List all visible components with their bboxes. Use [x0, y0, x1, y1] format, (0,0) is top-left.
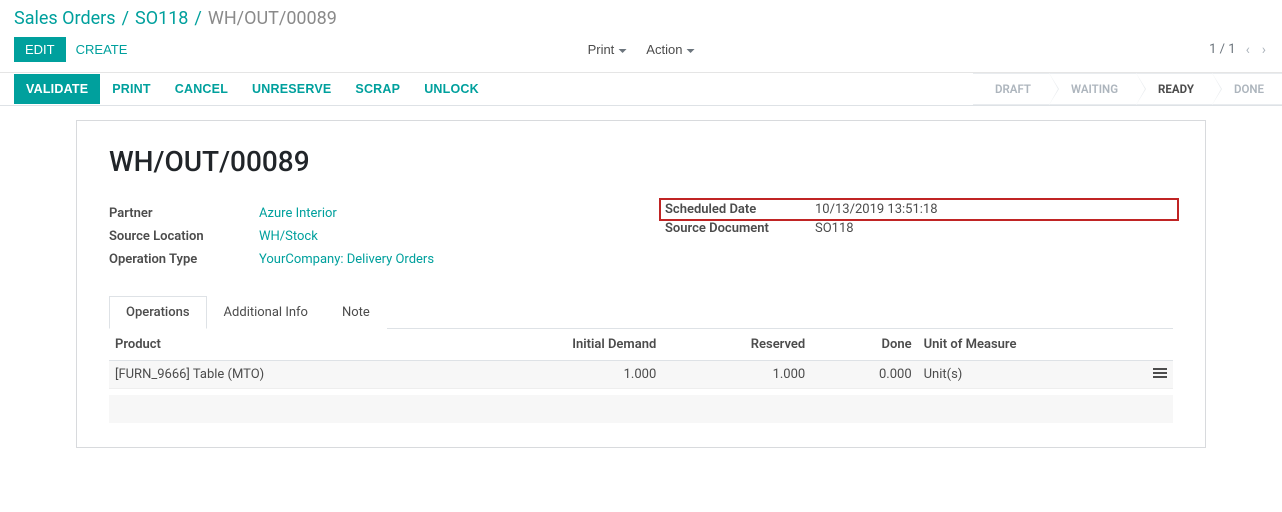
breadcrumb-row: Sales Orders / SO118 / WH/OUT/00089	[0, 0, 1282, 29]
operation-type-label: Operation Type	[109, 252, 259, 267]
cell-product: [FURN_9666] Table (MTO)	[109, 361, 513, 389]
col-initial-demand[interactable]: Initial Demand	[513, 329, 662, 361]
breadcrumb: Sales Orders / SO118 / WH/OUT/00089	[14, 8, 337, 29]
source-document-label: Source Document	[665, 221, 815, 236]
top-controls: EDIT CREATE Print Action 1 / 1 ‹ ›	[0, 29, 1282, 73]
status-draft[interactable]: DRAFT	[973, 73, 1049, 105]
field-partner: Partner Azure Interior	[109, 202, 617, 225]
sheet-wrap: WH/OUT/00089 Partner Azure Interior Sour…	[0, 106, 1282, 448]
center-tools: Print Action	[580, 38, 703, 61]
operations-table-wrap: Product Initial Demand Reserved Done Uni…	[109, 329, 1173, 423]
col-actions	[1130, 329, 1173, 361]
table-footer-spacer	[109, 395, 1173, 423]
field-operation-type: Operation Type YourCompany: Delivery Ord…	[109, 248, 617, 271]
field-source-location: Source Location WH/Stock	[109, 225, 617, 248]
breadcrumb-current: WH/OUT/00089	[208, 8, 337, 29]
field-col-left: Partner Azure Interior Source Location W…	[109, 202, 617, 271]
tab-note[interactable]: Note	[325, 296, 387, 329]
tabs: Operations Additional Info Note	[109, 295, 1173, 329]
toolbar-left: VALIDATE PRINT CANCEL UNRESERVE SCRAP UN…	[14, 73, 491, 105]
col-uom[interactable]: Unit of Measure	[918, 329, 1131, 361]
edit-button[interactable]: EDIT	[14, 37, 66, 62]
print-dropdown[interactable]: Print	[580, 38, 635, 61]
col-done[interactable]: Done	[811, 329, 917, 361]
partner-label: Partner	[109, 206, 259, 221]
source-location-label: Source Location	[109, 229, 259, 244]
unreserve-button[interactable]: UNRESERVE	[240, 74, 343, 104]
breadcrumb-root[interactable]: Sales Orders	[14, 8, 116, 29]
breadcrumb-sep: /	[122, 8, 129, 29]
record-title: WH/OUT/00089	[109, 145, 1173, 178]
print-button[interactable]: PRINT	[100, 74, 163, 104]
table-row[interactable]: [FURN_9666] Table (MTO) 1.000 1.000 0.00…	[109, 361, 1173, 389]
cancel-button[interactable]: CANCEL	[163, 74, 240, 104]
pager: 1 / 1 ‹ ›	[1209, 40, 1268, 60]
status-ready[interactable]: READY	[1136, 73, 1212, 105]
toolbar-row: VALIDATE PRINT CANCEL UNRESERVE SCRAP UN…	[0, 73, 1282, 106]
list-icon[interactable]	[1153, 368, 1167, 378]
tab-additional-info[interactable]: Additional Info	[207, 296, 325, 329]
status-done[interactable]: DONE	[1212, 73, 1282, 105]
table-header-row: Product Initial Demand Reserved Done Uni…	[109, 329, 1173, 361]
pager-next-icon[interactable]: ›	[1260, 40, 1268, 60]
cell-uom: Unit(s)	[918, 361, 1131, 389]
operations-table: Product Initial Demand Reserved Done Uni…	[109, 329, 1173, 389]
tab-operations[interactable]: Operations	[109, 296, 207, 329]
cell-row-actions[interactable]	[1130, 361, 1173, 389]
statusbar: DRAFT WAITING READY DONE	[973, 73, 1282, 105]
validate-button[interactable]: VALIDATE	[14, 74, 100, 104]
field-source-document: Source Document SO118	[665, 217, 1173, 240]
action-dropdown[interactable]: Action	[638, 38, 702, 61]
partner-value[interactable]: Azure Interior	[259, 206, 617, 221]
status-waiting[interactable]: WAITING	[1049, 73, 1136, 105]
field-col-right: Scheduled Date 10/13/2019 13:51:18 Sourc…	[665, 202, 1173, 271]
cell-done: 0.000	[811, 361, 917, 389]
pager-text: 1 / 1	[1209, 42, 1235, 57]
cell-reserved: 1.000	[662, 361, 811, 389]
unlock-button[interactable]: UNLOCK	[412, 74, 491, 104]
create-button[interactable]: CREATE	[66, 38, 138, 61]
pager-prev-icon[interactable]: ‹	[1244, 40, 1252, 60]
source-document-value: SO118	[815, 221, 1173, 236]
col-product[interactable]: Product	[109, 329, 513, 361]
source-location-value[interactable]: WH/Stock	[259, 229, 617, 244]
breadcrumb-sep: /	[194, 8, 201, 29]
scheduled-date-label: Scheduled Date	[665, 202, 815, 217]
col-reserved[interactable]: Reserved	[662, 329, 811, 361]
field-columns: Partner Azure Interior Source Location W…	[109, 202, 1173, 271]
cell-initial: 1.000	[513, 361, 662, 389]
scrap-button[interactable]: SCRAP	[343, 74, 412, 104]
breadcrumb-parent[interactable]: SO118	[135, 8, 188, 29]
form-sheet: WH/OUT/00089 Partner Azure Interior Sour…	[76, 120, 1206, 448]
scheduled-date-value: 10/13/2019 13:51:18	[815, 202, 1173, 217]
operation-type-value[interactable]: YourCompany: Delivery Orders	[259, 252, 617, 267]
